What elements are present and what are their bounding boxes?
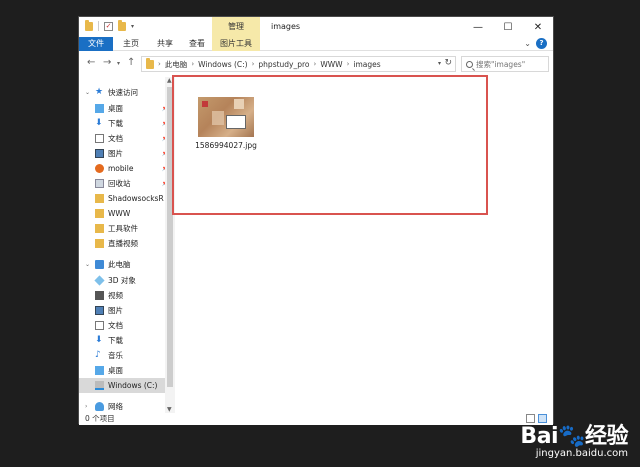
drive-icon [95,381,104,390]
sidebar-item-mobile[interactable]: mobile 📌 [85,161,171,176]
desktop-icon [95,104,104,113]
tab-file[interactable]: 文件 [79,37,113,51]
forward-icon[interactable]: → [103,57,111,68]
recent-locations-icon[interactable]: ▾ [117,60,120,67]
window-controls: — ☐ ✕ [463,17,553,37]
music-icon: ♪ [95,350,101,360]
document-icon [95,321,104,330]
sidebar-item-windows-c[interactable]: Windows (C:) [79,378,171,393]
sidebar-item-live-video[interactable]: 直播视频 [85,236,171,251]
up-icon[interactable]: ↑ [127,57,135,68]
folder-icon [85,19,93,31]
address-bar[interactable]: › 此电脑 › Windows (C:) › phpstudy_pro › WW… [141,56,456,72]
scroll-up-icon[interactable]: ▲ [167,77,172,84]
item-count: 0 个项目 [85,414,115,423]
picture-icon [95,306,104,315]
file-list[interactable]: 1586994027.jpg [177,77,553,413]
expand-ribbon-icon[interactable]: ⌄ [524,39,531,48]
sidebar-item-pc-pictures[interactable]: 图片 [85,303,171,318]
manage-tab[interactable]: 管理 [212,17,260,37]
desktop-icon [95,366,104,375]
maximize-button[interactable]: ☐ [493,17,523,37]
status-bar: 0 个项目 [79,413,553,425]
quick-access-toolbar: ✓ ▾ [85,19,134,31]
refresh-icon[interactable]: ↻ [444,58,452,68]
folder-icon [95,239,104,248]
tab-share[interactable]: 共享 [149,37,181,51]
picture-icon [95,149,104,158]
properties-icon[interactable]: ✓ [104,21,113,31]
folder-icon [95,224,104,233]
back-icon[interactable]: ← [87,57,95,68]
navigation-bar: ← → ▾ ↑ › 此电脑 › Windows (C:) › phpstudy_… [79,53,553,75]
window-title: images [271,22,301,31]
expand-icon[interactable]: ⌄ [85,89,91,96]
download-icon: ⬇ [95,118,103,128]
scroll-down-icon[interactable]: ▼ [167,406,172,413]
new-folder-icon[interactable] [118,19,126,31]
expand-icon[interactable]: ⌄ [85,261,91,268]
sidebar-this-pc[interactable]: ⌄ 此电脑 [85,257,171,272]
file-name: 1586994027.jpg [195,141,257,150]
folder-icon [95,194,104,203]
ribbon-tabs: 文件 主页 共享 查看 图片工具 ⌄ ? [79,37,553,51]
breadcrumb-this-pc[interactable]: 此电脑 [165,59,188,70]
scrollbar-thumb[interactable] [167,87,173,387]
sidebar-item-desktop[interactable]: 桌面 📌 [85,101,171,116]
search-icon [466,60,473,68]
sidebar-item-videos[interactable]: 视频 [85,288,171,303]
sidebar-item-shadowsocksr[interactable]: ShadowsocksR [85,191,171,206]
download-icon: ⬇ [95,335,103,345]
cube-icon [94,275,105,286]
breadcrumb-windows-c[interactable]: Windows (C:) [198,60,247,69]
sidebar-network[interactable]: › 网络 [85,399,171,413]
mobile-icon [95,164,104,173]
sidebar-item-pc-desktop[interactable]: 桌面 [85,363,171,378]
close-button[interactable]: ✕ [523,17,553,37]
sidebar-item-3d-objects[interactable]: 3D 对象 [85,273,171,288]
watermark-url: jingyan.baidu.com [535,448,628,459]
image-thumbnail [198,97,254,137]
folder-icon [95,209,104,218]
paw-icon: 🐾 [558,424,585,449]
address-dropdown-icon[interactable]: ▾ [438,60,441,67]
navigation-pane: ⌄ ★ 快速访问 桌面 📌 ⬇ 下载 📌 文档 📌 图片 📌 mobile 📌 [79,77,177,413]
sidebar-scrollbar[interactable]: ▲ ▼ [165,77,175,413]
tab-view[interactable]: 查看 [183,37,211,51]
search-input[interactable] [476,59,546,69]
baidu-logo: Bai🐾经验 [520,424,628,449]
minimize-button[interactable]: — [463,17,493,37]
customize-toolbar-icon[interactable]: ▾ [131,23,134,30]
recycle-bin-icon [95,179,104,188]
watermark: Bai🐾经验 jingyan.baidu.com [520,418,628,459]
sidebar-quick-access[interactable]: ⌄ ★ 快速访问 [85,85,171,100]
folder-icon [146,57,154,69]
star-icon: ★ [95,87,104,97]
computer-icon [95,260,104,269]
breadcrumb-images[interactable]: images [353,60,380,69]
explorer-window: ✓ ▾ 管理 images — ☐ ✕ 文件 主页 共享 查看 图片工具 ⌄ ?… [78,16,554,425]
sidebar-item-recycle-bin[interactable]: 回收站 📌 [85,176,171,191]
expand-icon[interactable]: › [85,403,91,410]
help-icon[interactable]: ? [536,38,547,49]
network-icon [95,402,104,411]
sidebar-item-tools[interactable]: 工具软件 [85,221,171,236]
sidebar-item-www[interactable]: WWW [85,206,171,221]
document-icon [95,134,104,143]
breadcrumb-phpstudy-pro[interactable]: phpstudy_pro [258,60,309,69]
tab-picture-tools[interactable]: 图片工具 [212,37,260,51]
sidebar-item-pc-documents[interactable]: 文档 [85,318,171,333]
video-icon [95,291,104,300]
sidebar-item-pictures[interactable]: 图片 📌 [85,146,171,161]
search-box[interactable] [461,56,549,72]
title-bar: ✓ ▾ 管理 images — ☐ ✕ [79,17,553,37]
sidebar-item-pc-downloads[interactable]: ⬇ 下载 [85,333,171,348]
tab-home[interactable]: 主页 [115,37,147,51]
breadcrumb-www[interactable]: WWW [320,60,342,69]
sidebar-item-documents[interactable]: 文档 📌 [85,131,171,146]
sidebar-item-music[interactable]: ♪ 音乐 [85,348,171,363]
sidebar-item-downloads[interactable]: ⬇ 下载 📌 [85,116,171,131]
file-item[interactable]: 1586994027.jpg [191,97,261,151]
